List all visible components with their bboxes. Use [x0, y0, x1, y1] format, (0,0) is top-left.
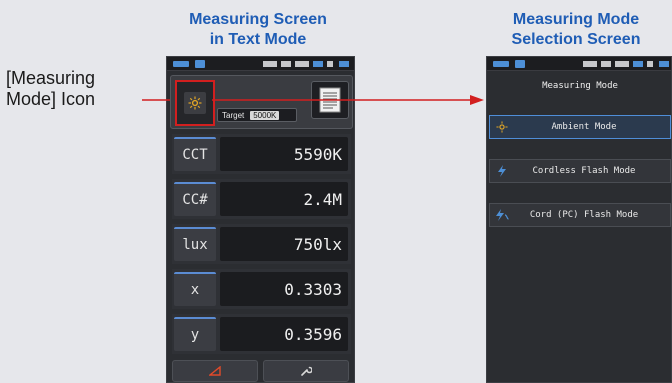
- flash-icon: [490, 165, 514, 177]
- memory-icon: [195, 60, 205, 68]
- battery-icon: [493, 61, 509, 67]
- caption-line: Measuring Screen: [189, 11, 327, 28]
- cord-flash-mode-option[interactable]: Cord (PC) Flash Mode: [489, 203, 671, 227]
- wrench-icon: [301, 366, 312, 376]
- caption-line: Measuring Mode: [512, 11, 640, 28]
- row-value: 2.4M: [220, 182, 348, 216]
- measurement-row-cct[interactable]: CCT 5590K: [172, 134, 351, 174]
- status-bar: [167, 57, 354, 71]
- status-segment: [263, 61, 277, 67]
- row-label: CCT: [174, 137, 216, 171]
- option-label: Cord (PC) Flash Mode: [529, 210, 639, 220]
- option-label: Ambient Mode: [551, 122, 617, 132]
- measuring-mode-button[interactable]: [175, 80, 215, 126]
- row-value: 750lx: [220, 227, 348, 261]
- label-line: [Measuring: [6, 68, 96, 88]
- status-segment: [281, 61, 291, 67]
- row-value: 0.3303: [220, 272, 348, 306]
- status-segment: [313, 61, 323, 67]
- row-label: CC#: [174, 182, 216, 216]
- row-label: lux: [174, 227, 216, 261]
- target-display[interactable]: Target 5000K: [217, 108, 297, 122]
- row-value: 5590K: [220, 137, 348, 171]
- sun-icon: [184, 92, 206, 114]
- measurement-row-lux[interactable]: lux 750lx: [172, 224, 351, 264]
- screen-title: Measuring Mode: [542, 81, 618, 91]
- graph-button[interactable]: [172, 360, 258, 382]
- ambient-mode-option[interactable]: Ambient Mode: [489, 115, 671, 139]
- measuring-mode-icon-label: [Measuring Mode] Icon: [6, 68, 95, 110]
- measurement-row-cc[interactable]: CC# 2.4M: [172, 179, 351, 219]
- cord-flash-icon: [490, 209, 514, 221]
- triangle-icon: [209, 366, 221, 376]
- target-value: 5000K: [250, 110, 280, 120]
- mode-selection-screen: Measuring Mode Ambient Mode Cordless Fla…: [486, 56, 672, 383]
- status-bar: [487, 57, 671, 71]
- measurement-row-x[interactable]: x 0.3303: [172, 269, 351, 309]
- measurement-row-y[interactable]: y 0.3596: [172, 314, 351, 354]
- sun-icon: [490, 121, 514, 133]
- navigation-arrow-head: [470, 95, 484, 105]
- caption-line: in Text Mode: [209, 31, 307, 48]
- status-segment: [583, 61, 597, 67]
- status-segment: [327, 61, 333, 67]
- status-segment: [339, 61, 349, 67]
- memory-icon: [515, 60, 525, 68]
- caption-measuring-screen: Measuring Screen in Text Mode: [166, 10, 350, 50]
- text-document-icon: [319, 87, 341, 113]
- status-segment: [615, 61, 629, 67]
- measuring-screen: Target 5000K CCT 5590K CC# 2.4M lux 750l…: [166, 56, 355, 383]
- caption-mode-selection-screen: Measuring Mode Selection Screen: [476, 10, 672, 50]
- row-label: y: [174, 317, 216, 351]
- option-label: Cordless Flash Mode: [532, 166, 636, 176]
- cordless-flash-mode-option[interactable]: Cordless Flash Mode: [489, 159, 671, 183]
- caption-line: Selection Screen: [511, 31, 641, 48]
- target-label: Target: [222, 110, 245, 120]
- status-segment: [647, 61, 653, 67]
- display-mode-button[interactable]: [311, 81, 349, 119]
- info-panel: Target 5000K: [170, 75, 353, 129]
- status-segment: [633, 61, 643, 67]
- status-segment: [601, 61, 611, 67]
- label-line: Mode] Icon: [6, 89, 96, 109]
- settings-button[interactable]: [263, 360, 349, 382]
- status-segment: [295, 61, 309, 67]
- battery-icon: [173, 61, 189, 67]
- status-segment: [659, 61, 669, 67]
- row-label: x: [174, 272, 216, 306]
- row-value: 0.3596: [220, 317, 348, 351]
